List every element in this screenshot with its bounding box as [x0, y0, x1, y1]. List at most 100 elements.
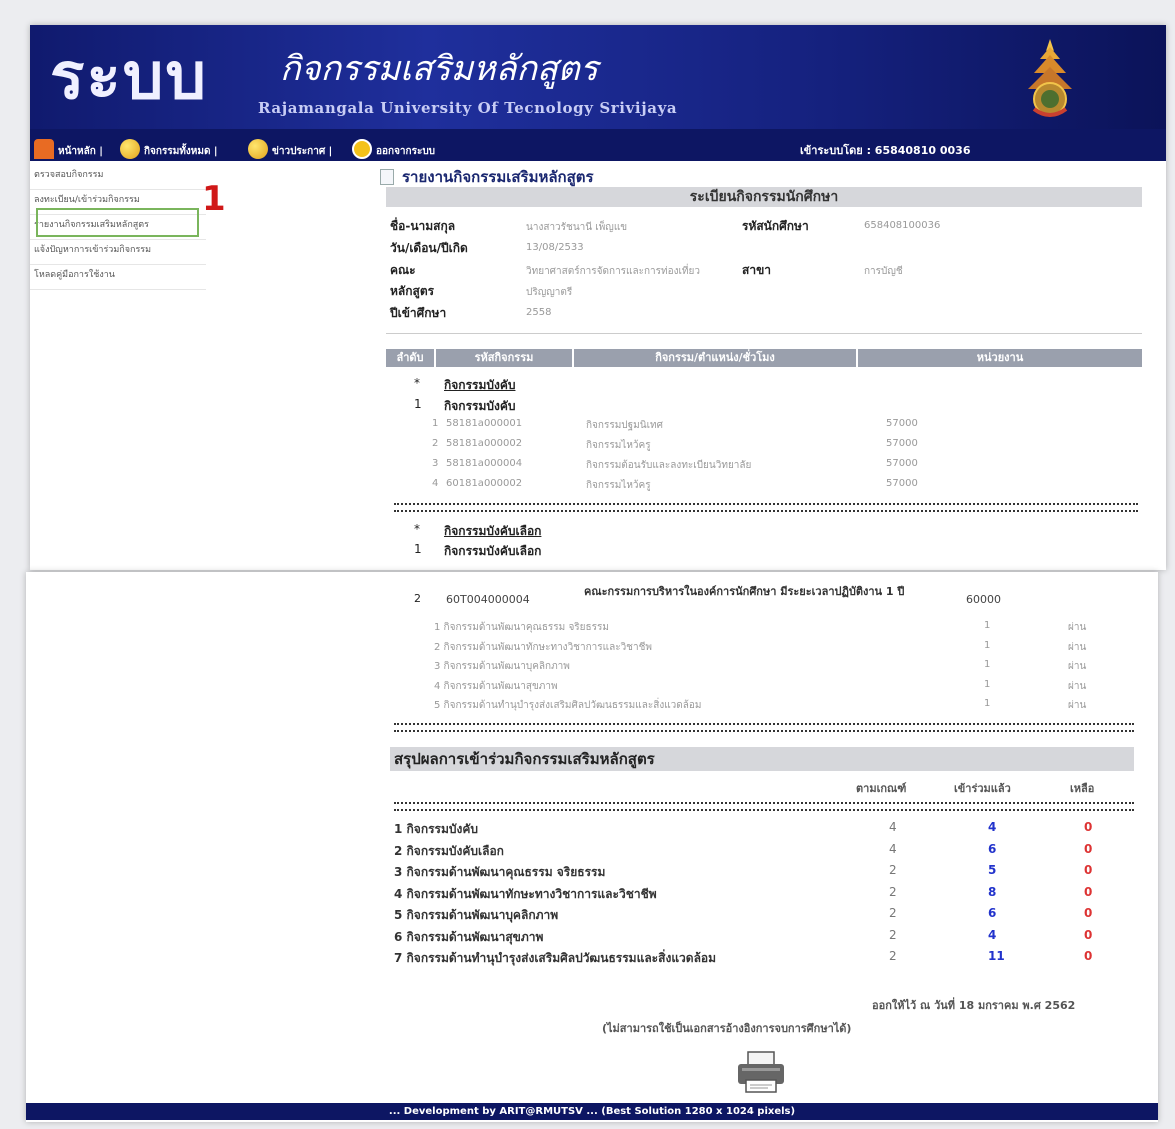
row-activity: กิจกรรมปฐมนิเทศ — [586, 420, 663, 431]
summary-row: 5 กิจกรรมด้านพัฒนาบุคลิกภาพ 2 6 0 — [394, 906, 1134, 926]
group1-marker: * — [414, 376, 420, 390]
university-name: Rajamangala University Of Tecnology Sriv… — [258, 99, 678, 117]
summary-attended: 4 — [988, 927, 997, 942]
summary-name: 2 กิจกรรมบังคับเลือก — [394, 843, 504, 858]
summary-name: 5 กิจกรรมด้านพัฒนาบุคลิกภาพ — [394, 908, 559, 922]
row-code: 60181a000002 — [446, 478, 523, 489]
summary-name: 1 กิจกรรมบังคับ — [394, 822, 479, 836]
col-unit: หน่วยงาน — [858, 349, 1142, 367]
row-activity: กิจกรรมไหว้ครู — [586, 480, 651, 491]
dotted-separator — [394, 503, 1138, 512]
col-required: ตามเกณฑ์ — [856, 782, 907, 795]
student-id-value: 658408100036 — [864, 220, 941, 231]
summary-required: 4 — [889, 841, 897, 856]
sub-count: 1 — [984, 698, 991, 709]
highlight-box — [36, 208, 199, 237]
row-no: 4 — [432, 478, 439, 489]
group1-name: กิจกรรมบังคับ — [444, 399, 516, 413]
dotted-separator — [394, 723, 1134, 732]
summary-name: 4 กิจกรรมด้านพัฒนาทักษะทางวิชาการและวิชา… — [394, 886, 657, 901]
step-marker: 1 — [202, 179, 226, 219]
record-section-header: ระเบียนกิจกรรมนักศึกษา — [386, 187, 1142, 207]
power-icon — [352, 139, 372, 159]
col-order: ลำดับ — [386, 349, 434, 367]
activities-icon — [120, 139, 140, 159]
page-title-text: รายงานกิจกรรมเสริมหลักสูตร — [402, 168, 594, 186]
sub-status: ผ่าน — [1068, 622, 1087, 633]
sub-activity: 2 กิจกรรมด้านพัฒนาทักษะทางวิชาการและวิชา… — [434, 641, 652, 653]
col-attended: เข้าร่วมแล้ว — [954, 782, 1011, 795]
sub-status: ผ่าน — [1068, 700, 1087, 711]
report-screen-top: ระบบ กิจกรรมเสริมหลักสูตร Rajamangala Un… — [30, 25, 1166, 570]
summary-required: 2 — [889, 906, 897, 920]
header-banner: ระบบ กิจกรรมเสริมหลักสูตร Rajamangala Un… — [30, 25, 1166, 129]
row-unit: 57000 — [886, 458, 918, 469]
group2-name: กิจกรรมบังคับเลือก — [444, 544, 542, 558]
summary-attended: 11 — [988, 949, 1005, 963]
group2-title: กิจกรรมบังคับเลือก — [444, 524, 542, 538]
summary-row: 6 กิจกรรมด้านพัฒนาสุขภาพ 2 4 0 — [394, 928, 1134, 948]
summary-remaining: 0 — [1084, 820, 1093, 834]
printer-icon[interactable] — [734, 1050, 788, 1094]
row-no: 2 — [432, 438, 439, 449]
system-word: ระบบ — [50, 39, 208, 114]
group1-num: 1 — [414, 397, 422, 411]
curriculum-label: หลักสูตร — [390, 284, 435, 298]
sub-count: 1 — [984, 678, 991, 690]
sidebar-item-problem[interactable]: แจ้งปัญหาการเข้าร่วมกิจกรรม — [30, 240, 206, 265]
item2-name: คณะกรรมการบริหารในองค์การนักศึกษา มีระยะ… — [584, 585, 905, 598]
group2-num: 1 — [414, 542, 422, 556]
row-code: 58181a000002 — [446, 438, 523, 449]
row-code: 58181a000004 — [446, 458, 523, 469]
disclaimer-note: (ไม่สามารถใช้เป็นเอกสารอ้างอิงการจบการศึ… — [602, 1022, 852, 1035]
summary-remaining: 0 — [1084, 927, 1093, 942]
year-value: 2558 — [526, 307, 552, 318]
summary-remaining: 0 — [1084, 841, 1093, 856]
sub-activity: 3 กิจกรรมด้านพัฒนาบุคลิกภาพ — [434, 661, 570, 672]
faculty-value: วิทยาศาสตร์การจัดการและการท่องเที่ยว — [526, 266, 700, 277]
top-nav-bar: หน้าหลัก | กิจกรรมทั้งหมด | ข่าวประกาศ |… — [30, 129, 1166, 161]
nav-home[interactable]: หน้าหลัก | — [34, 135, 103, 159]
summary-remaining: 0 — [1084, 884, 1093, 899]
group2-marker: * — [414, 522, 420, 536]
sub-status: ผ่าน — [1068, 680, 1087, 692]
row-code: 58181a000001 — [446, 418, 523, 429]
nav-news-label: ข่าวประกาศ | — [272, 146, 333, 157]
login-id: เข้าระบบโดย : 65840810 0036 — [800, 144, 971, 157]
summary-name: 7 กิจกรรมด้านทำนุบำรุงส่งเสริมศิลปวัฒนธร… — [394, 951, 717, 965]
row-activity: กิจกรรมไหว้ครู — [586, 440, 651, 451]
report-screen-bottom: 2 60T004000004 คณะกรรมการบริหารในองค์การ… — [26, 572, 1158, 1122]
page-title: รายงานกิจกรรมเสริมหลักสูตร — [380, 165, 594, 189]
group1-title: กิจกรรมบังคับ — [444, 378, 516, 392]
info-divider — [386, 333, 1142, 334]
sub-status: ผ่าน — [1068, 661, 1087, 672]
sidebar-item-manual[interactable]: โหลดคู่มือการใช้งาน — [30, 265, 206, 290]
sub-activity: 1 กิจกรรมด้านพัฒนาคุณธรรม จริยธรรม — [434, 622, 609, 633]
item2-num: 2 — [414, 592, 421, 605]
summary-row: 4 กิจกรรมด้านพัฒนาทักษะทางวิชาการและวิชา… — [394, 885, 1134, 905]
sub-status: ผ่าน — [1068, 641, 1087, 653]
nav-news[interactable]: ข่าวประกาศ | — [248, 135, 332, 159]
name-label: ชื่อ-นามสกุล — [390, 219, 456, 233]
activity-table-header: ลำดับ รหัสกิจกรรม กิจกรรม/ตำแหน่ง/ชั่วโม… — [386, 349, 1142, 367]
summary-attended: 8 — [988, 884, 997, 899]
summary-attended: 5 — [988, 863, 997, 877]
birth-value: 13/08/2533 — [526, 242, 584, 253]
birth-label: วัน/เดือน/ปีเกิด — [390, 241, 468, 255]
sidebar-item-check[interactable]: ตรวจสอบกิจกรรม — [30, 165, 206, 190]
col-remaining: เหลือ — [1070, 782, 1095, 795]
summary-attended: 4 — [988, 820, 997, 834]
row-unit: 57000 — [886, 418, 918, 429]
nav-logout[interactable]: ออกจากระบบ — [352, 135, 435, 159]
nav-all-activities[interactable]: กิจกรรมทั้งหมด | — [120, 135, 218, 159]
summary-attended: 6 — [988, 906, 997, 920]
summary-row: 3 กิจกรรมด้านพัฒนาคุณธรรม จริยธรรม 2 5 0 — [394, 863, 1134, 883]
summary-required: 2 — [889, 927, 897, 942]
sub-activity: 4 กิจกรรมด้านพัฒนาสุขภาพ — [434, 680, 558, 692]
item2-code: 60T004000004 — [446, 593, 530, 606]
summary-required: 2 — [889, 949, 897, 963]
student-id-label: รหัสนักศึกษา — [742, 219, 809, 233]
summary-remaining: 0 — [1084, 863, 1093, 877]
curriculum-value: ปริญญาตรี — [526, 287, 573, 298]
news-icon — [248, 139, 268, 159]
